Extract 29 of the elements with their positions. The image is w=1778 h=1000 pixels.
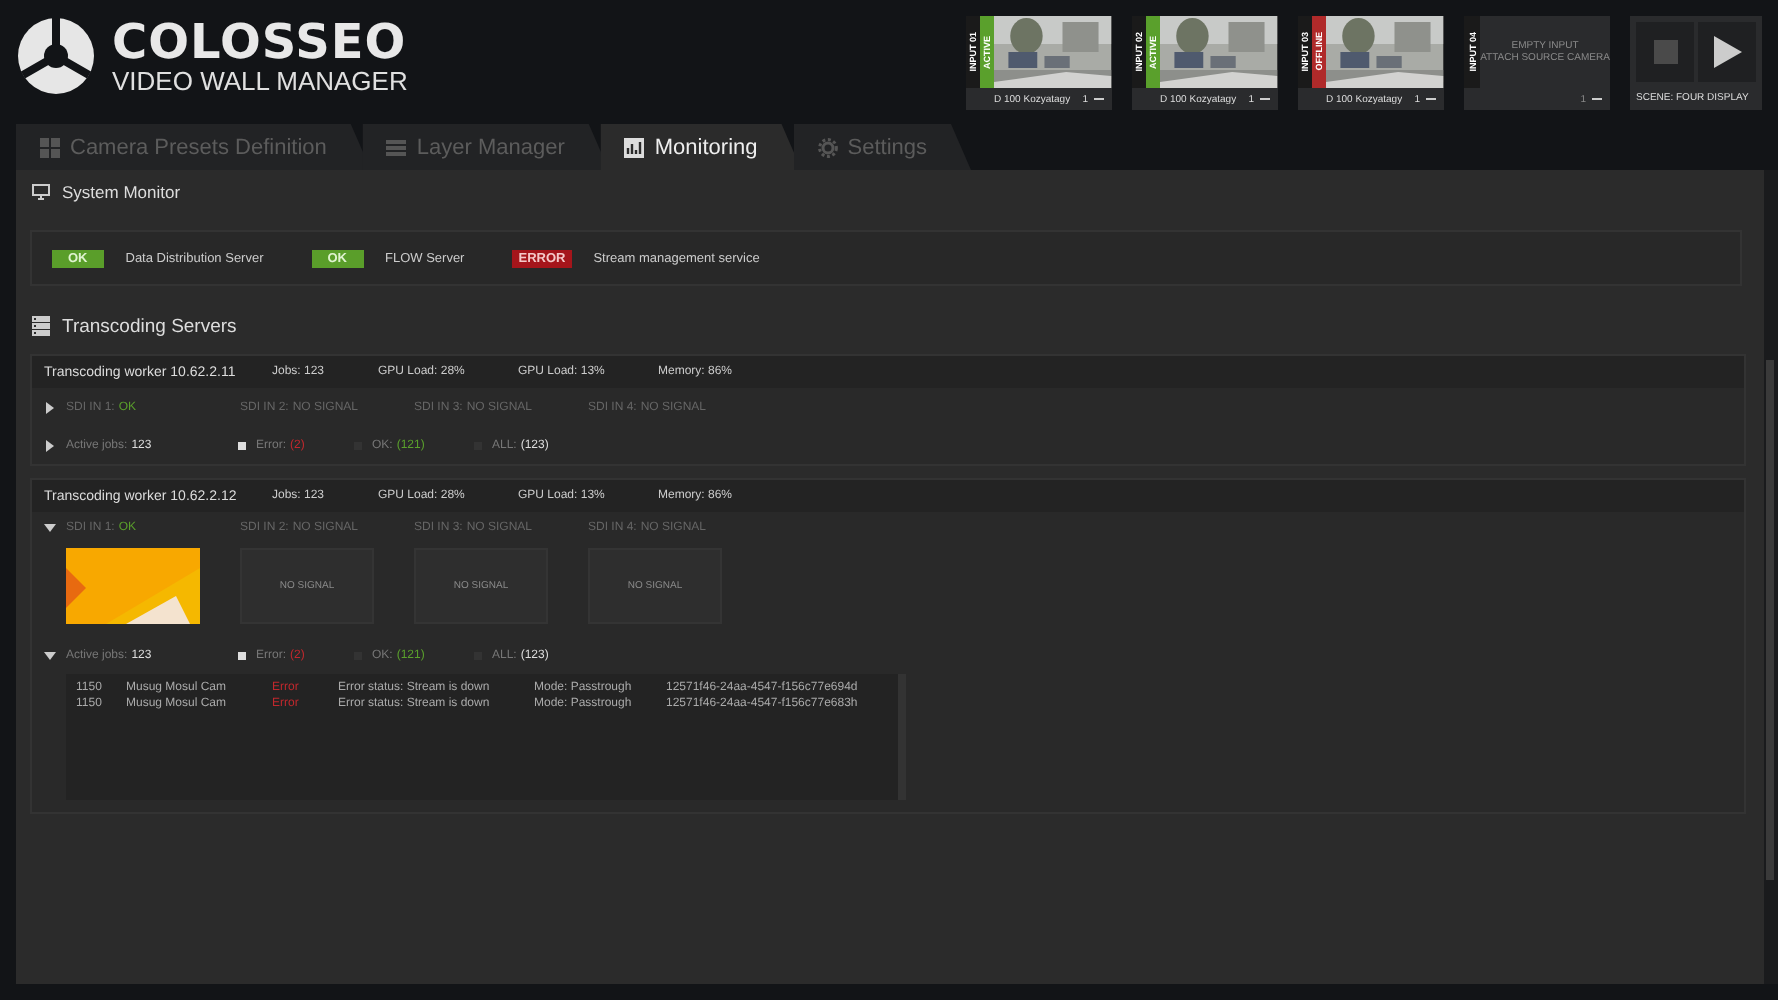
section-title: System Monitor [62, 182, 181, 202]
caret-icon [44, 402, 56, 414]
app-title: COLOSSEO [112, 18, 408, 66]
caret-icon [44, 522, 56, 534]
server-icon [32, 316, 50, 336]
app-subtitle: VIDEO WALL MANAGER [112, 68, 408, 94]
grid-icon [40, 137, 60, 157]
filter-checkbox[interactable] [238, 442, 246, 450]
stop-icon [1653, 40, 1677, 64]
chart-icon [624, 137, 645, 157]
caret-icon [44, 440, 56, 452]
menu-icon [1592, 96, 1602, 102]
expand-toggle[interactable] [44, 522, 56, 534]
menu-icon [1426, 96, 1436, 102]
logo-icon [16, 16, 96, 96]
menu-icon [1260, 96, 1270, 102]
gear-icon [817, 137, 838, 157]
scrollbar[interactable] [1764, 170, 1778, 984]
expand-toggle[interactable] [44, 650, 56, 662]
caret-icon [44, 650, 56, 662]
play-button[interactable] [1698, 22, 1756, 82]
expand-toggle[interactable] [44, 440, 56, 452]
play-icon [1713, 36, 1741, 68]
filter-checkbox[interactable] [238, 652, 246, 660]
list-icon [386, 137, 407, 157]
monitor-icon [32, 184, 50, 200]
expand-toggle[interactable] [44, 402, 56, 414]
menu-icon [1094, 96, 1104, 102]
section-title: Transcoding Servers [62, 315, 237, 337]
